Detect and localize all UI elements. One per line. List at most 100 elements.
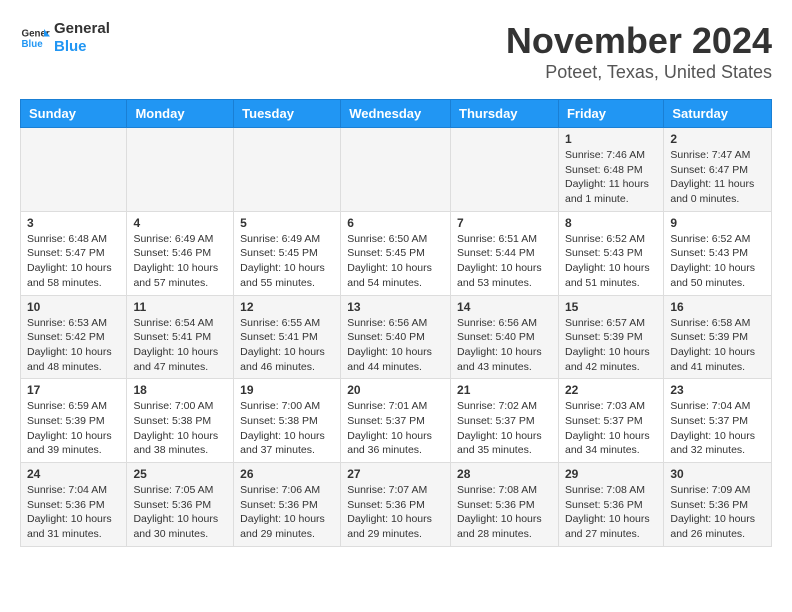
calendar-day-cell: 8Sunrise: 6:52 AM Sunset: 5:43 PM Daylig… <box>558 211 663 295</box>
day-number: 9 <box>670 216 765 230</box>
weekday-header: Friday <box>558 100 663 128</box>
calendar-day-cell: 21 Sunrise: 7:02 AM Sunset: 5:37 PM Dayli… <box>451 379 559 463</box>
weekday-header: Saturday <box>664 100 772 128</box>
day-number: 15 <box>565 300 657 314</box>
calendar-day-cell: 22 Sunrise: 7:03 AM Sunset: 5:37 PM Dayli… <box>558 379 663 463</box>
calendar-week-row: 17 Sunrise: 6:59 AM Sunset: 5:39 PM Dayli… <box>21 379 772 463</box>
calendar-week-row: 1Sunrise: 7:46 AM Sunset: 6:48 PM Daylig… <box>21 128 772 212</box>
day-info: Sunrise: 7:03 AM Sunset: 5:37 PM Dayligh… <box>565 399 657 458</box>
calendar-day-cell: 2 Sunrise: 7:47 AM Sunset: 6:47 PM Daylig… <box>664 128 772 212</box>
day-number: 22 <box>565 383 657 397</box>
weekday-header: Thursday <box>451 100 559 128</box>
day-info: Sunrise: 7:09 AM Sunset: 5:36 PM Dayligh… <box>670 483 765 542</box>
day-number: 12 <box>240 300 334 314</box>
calendar-day-cell <box>127 128 234 212</box>
day-number: 4 <box>133 216 227 230</box>
day-info: Sunrise: 6:49 AM Sunset: 5:45 PM Dayligh… <box>240 232 334 291</box>
day-number: 3 <box>27 216 120 230</box>
calendar-day-cell: 1Sunrise: 7:46 AM Sunset: 6:48 PM Daylig… <box>558 128 663 212</box>
weekday-header: Monday <box>127 100 234 128</box>
day-number: 6 <box>347 216 444 230</box>
logo-icon: General Blue <box>20 23 50 53</box>
svg-text:Blue: Blue <box>22 39 44 50</box>
day-info: Sunrise: 7:07 AM Sunset: 5:36 PM Dayligh… <box>347 483 444 542</box>
calendar-day-cell: 5 Sunrise: 6:49 AM Sunset: 5:45 PM Daylig… <box>234 211 341 295</box>
day-number: 17 <box>27 383 120 397</box>
calendar-week-row: 3 Sunrise: 6:48 AM Sunset: 5:47 PM Daylig… <box>21 211 772 295</box>
day-info: Sunrise: 6:59 AM Sunset: 5:39 PM Dayligh… <box>27 399 120 458</box>
day-info: Sunrise: 7:02 AM Sunset: 5:37 PM Dayligh… <box>457 399 552 458</box>
calendar-day-cell: 16Sunrise: 6:58 AM Sunset: 5:39 PM Dayli… <box>664 295 772 379</box>
calendar-day-cell <box>234 128 341 212</box>
calendar-day-cell: 3 Sunrise: 6:48 AM Sunset: 5:47 PM Daylig… <box>21 211 127 295</box>
calendar-day-cell: 7 Sunrise: 6:51 AM Sunset: 5:44 PM Daylig… <box>451 211 559 295</box>
title-area: November 2024 Poteet, Texas, United Stat… <box>506 20 772 83</box>
calendar-day-cell: 17 Sunrise: 6:59 AM Sunset: 5:39 PM Dayli… <box>21 379 127 463</box>
day-info: Sunrise: 7:04 AM Sunset: 5:36 PM Dayligh… <box>27 483 120 542</box>
calendar-day-cell: 9 Sunrise: 6:52 AM Sunset: 5:43 PM Daylig… <box>664 211 772 295</box>
calendar-day-cell: 19Sunrise: 7:00 AM Sunset: 5:38 PM Dayli… <box>234 379 341 463</box>
calendar-day-cell: 26Sunrise: 7:06 AM Sunset: 5:36 PM Dayli… <box>234 463 341 547</box>
logo-text-general: General <box>54 20 110 38</box>
day-number: 21 <box>457 383 552 397</box>
logo-text-blue: Blue <box>54 38 110 56</box>
day-number: 30 <box>670 467 765 481</box>
calendar-day-cell: 13 Sunrise: 6:56 AM Sunset: 5:40 PM Dayli… <box>341 295 451 379</box>
calendar-day-cell <box>451 128 559 212</box>
day-number: 20 <box>347 383 444 397</box>
day-number: 10 <box>27 300 120 314</box>
day-info: Sunrise: 6:58 AM Sunset: 5:39 PM Dayligh… <box>670 316 765 375</box>
day-number: 18 <box>133 383 227 397</box>
day-number: 25 <box>133 467 227 481</box>
day-number: 7 <box>457 216 552 230</box>
calendar-day-cell: 12 Sunrise: 6:55 AM Sunset: 5:41 PM Dayli… <box>234 295 341 379</box>
calendar-week-row: 24 Sunrise: 7:04 AM Sunset: 5:36 PM Dayli… <box>21 463 772 547</box>
calendar-day-cell: 24 Sunrise: 7:04 AM Sunset: 5:36 PM Dayli… <box>21 463 127 547</box>
day-info: Sunrise: 7:00 AM Sunset: 5:38 PM Dayligh… <box>240 399 334 458</box>
weekday-header: Tuesday <box>234 100 341 128</box>
calendar-day-cell: 10 Sunrise: 6:53 AM Sunset: 5:42 PM Dayli… <box>21 295 127 379</box>
calendar-day-cell: 25 Sunrise: 7:05 AM Sunset: 5:36 PM Dayli… <box>127 463 234 547</box>
calendar-day-cell: 11 Sunrise: 6:54 AM Sunset: 5:41 PM Dayli… <box>127 295 234 379</box>
day-info: Sunrise: 6:50 AM Sunset: 5:45 PM Dayligh… <box>347 232 444 291</box>
calendar-day-cell: 23 Sunrise: 7:04 AM Sunset: 5:37 PM Dayli… <box>664 379 772 463</box>
day-number: 27 <box>347 467 444 481</box>
calendar-day-cell: 6 Sunrise: 6:50 AM Sunset: 5:45 PM Daylig… <box>341 211 451 295</box>
day-number: 24 <box>27 467 120 481</box>
month-title: November 2024 <box>506 20 772 62</box>
day-number: 2 <box>670 132 765 146</box>
calendar-header-row: SundayMondayTuesdayWednesdayThursdayFrid… <box>21 100 772 128</box>
location-title: Poteet, Texas, United States <box>506 62 772 83</box>
day-info: Sunrise: 6:54 AM Sunset: 5:41 PM Dayligh… <box>133 316 227 375</box>
day-info: Sunrise: 6:52 AM Sunset: 5:43 PM Dayligh… <box>670 232 765 291</box>
day-info: Sunrise: 7:08 AM Sunset: 5:36 PM Dayligh… <box>457 483 552 542</box>
day-info: Sunrise: 6:56 AM Sunset: 5:40 PM Dayligh… <box>347 316 444 375</box>
day-number: 13 <box>347 300 444 314</box>
day-info: Sunrise: 7:47 AM Sunset: 6:47 PM Dayligh… <box>670 148 765 207</box>
day-number: 23 <box>670 383 765 397</box>
day-info: Sunrise: 6:55 AM Sunset: 5:41 PM Dayligh… <box>240 316 334 375</box>
day-info: Sunrise: 6:57 AM Sunset: 5:39 PM Dayligh… <box>565 316 657 375</box>
day-info: Sunrise: 6:53 AM Sunset: 5:42 PM Dayligh… <box>27 316 120 375</box>
day-info: Sunrise: 7:46 AM Sunset: 6:48 PM Dayligh… <box>565 148 657 207</box>
calendar-table: SundayMondayTuesdayWednesdayThursdayFrid… <box>20 99 772 547</box>
day-number: 11 <box>133 300 227 314</box>
day-info: Sunrise: 7:05 AM Sunset: 5:36 PM Dayligh… <box>133 483 227 542</box>
day-info: Sunrise: 6:52 AM Sunset: 5:43 PM Dayligh… <box>565 232 657 291</box>
day-info: Sunrise: 6:48 AM Sunset: 5:47 PM Dayligh… <box>27 232 120 291</box>
calendar-week-row: 10 Sunrise: 6:53 AM Sunset: 5:42 PM Dayli… <box>21 295 772 379</box>
day-number: 28 <box>457 467 552 481</box>
day-info: Sunrise: 7:01 AM Sunset: 5:37 PM Dayligh… <box>347 399 444 458</box>
day-info: Sunrise: 6:51 AM Sunset: 5:44 PM Dayligh… <box>457 232 552 291</box>
calendar-day-cell: 20 Sunrise: 7:01 AM Sunset: 5:37 PM Dayli… <box>341 379 451 463</box>
calendar-day-cell: 30 Sunrise: 7:09 AM Sunset: 5:36 PM Dayli… <box>664 463 772 547</box>
page-header: General Blue General Blue November 2024 … <box>20 20 772 83</box>
calendar-day-cell: 4 Sunrise: 6:49 AM Sunset: 5:46 PM Daylig… <box>127 211 234 295</box>
day-info: Sunrise: 6:56 AM Sunset: 5:40 PM Dayligh… <box>457 316 552 375</box>
day-info: Sunrise: 6:49 AM Sunset: 5:46 PM Dayligh… <box>133 232 227 291</box>
day-number: 14 <box>457 300 552 314</box>
day-number: 5 <box>240 216 334 230</box>
day-info: Sunrise: 7:00 AM Sunset: 5:38 PM Dayligh… <box>133 399 227 458</box>
day-info: Sunrise: 7:04 AM Sunset: 5:37 PM Dayligh… <box>670 399 765 458</box>
calendar-day-cell: 14 Sunrise: 6:56 AM Sunset: 5:40 PM Dayli… <box>451 295 559 379</box>
